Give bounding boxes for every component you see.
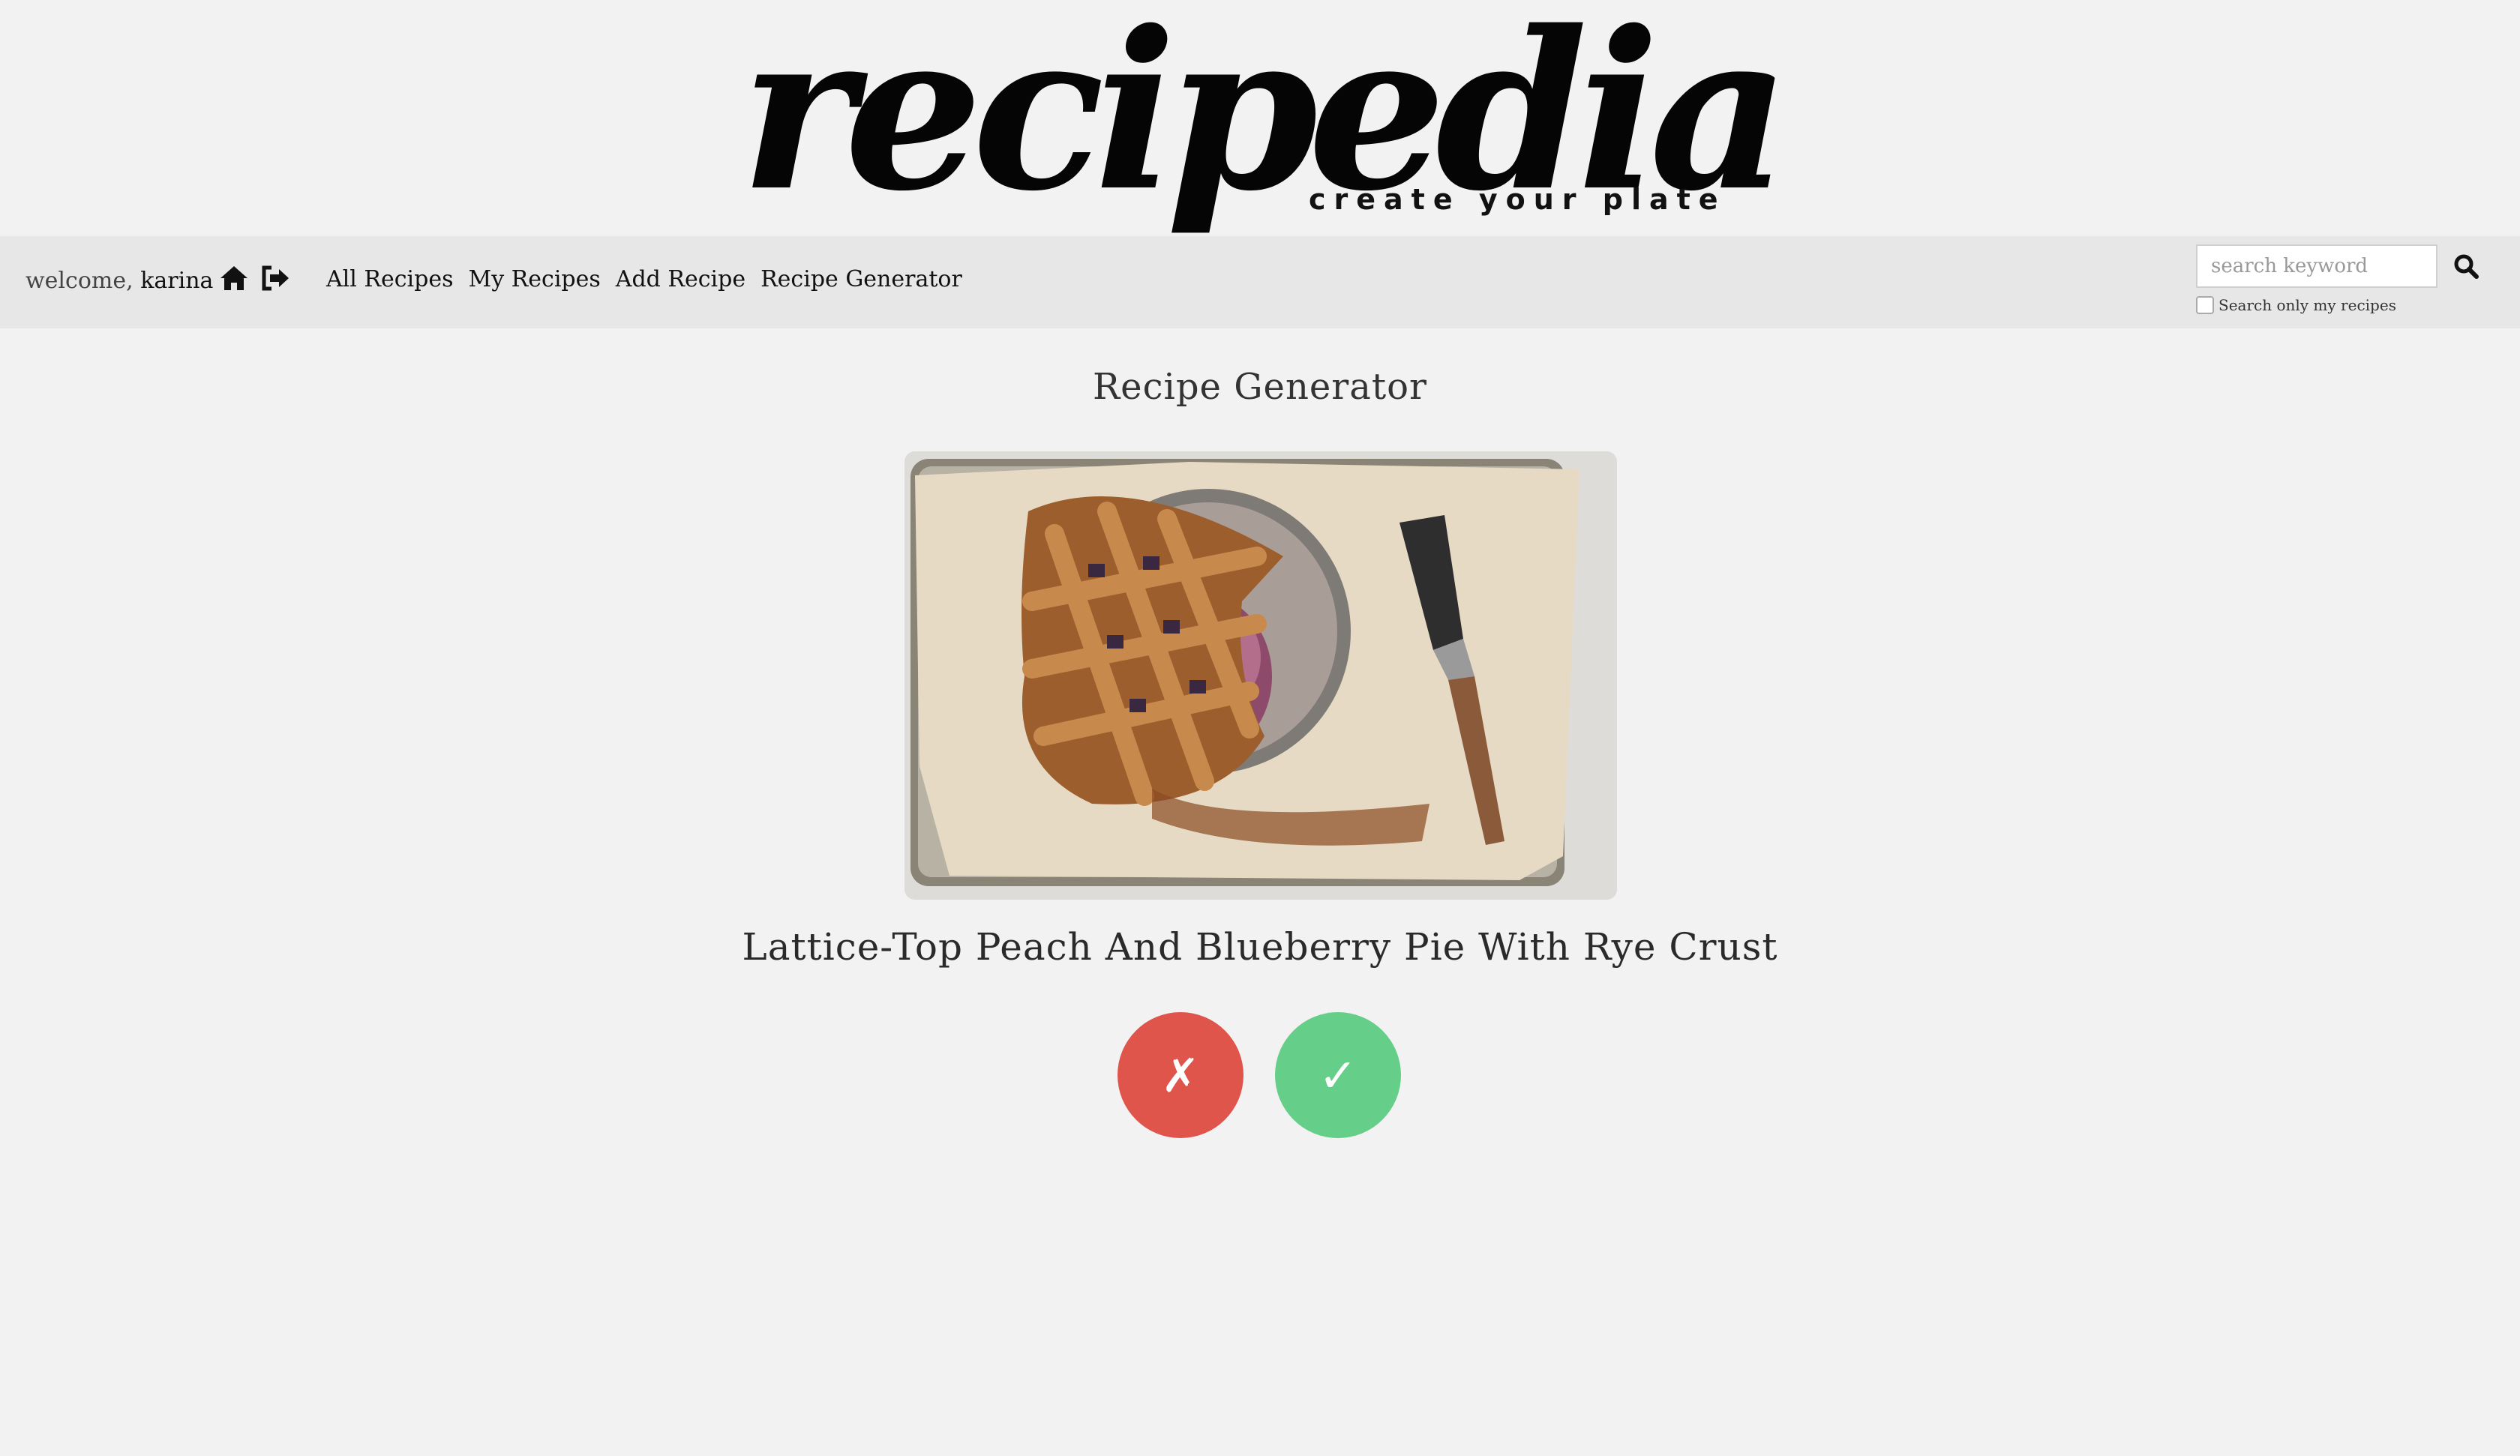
sign-out-icon[interactable] (261, 263, 291, 293)
recipe-name: Lattice-Top Peach And Blueberry Pie With… (742, 925, 1778, 969)
welcome-prefix: welcome, (26, 268, 134, 294)
nav-link-all-recipes[interactable]: All Recipes (326, 266, 453, 292)
nav-link-recipe-generator[interactable]: Recipe Generator (760, 266, 962, 292)
welcome-message: welcome, karina (26, 268, 213, 294)
reject-recipe-button[interactable]: ✗ (1118, 1012, 1244, 1138)
site-logo[interactable]: recipedia (0, 3, 2520, 220)
search-input[interactable] (2196, 244, 2438, 288)
nav-bar: welcome, karina All Recipes My Recipes A… (0, 236, 2520, 328)
accept-recipe-button[interactable]: ✓ (1275, 1012, 1401, 1138)
site-tagline: create your plate (1309, 183, 1726, 216)
username: karina (140, 268, 214, 294)
search-icon[interactable] (2451, 251, 2481, 281)
nav-links: All Recipes My Recipes Add Recipe Recipe… (326, 266, 977, 292)
site-header: recipedia create your plate (0, 0, 2520, 236)
checkbox-label: Search only my recipes (2218, 296, 2396, 314)
search-only-my-recipes-checkbox[interactable] (2196, 296, 2214, 314)
home-icon[interactable] (219, 263, 249, 293)
nav-link-add-recipe[interactable]: Add Recipe (616, 266, 746, 292)
search-scope-option: Search only my recipes (2196, 296, 2396, 314)
page-title: Recipe Generator (1093, 366, 1427, 408)
nav-link-my-recipes[interactable]: My Recipes (468, 266, 600, 292)
recipe-image (904, 451, 1617, 900)
